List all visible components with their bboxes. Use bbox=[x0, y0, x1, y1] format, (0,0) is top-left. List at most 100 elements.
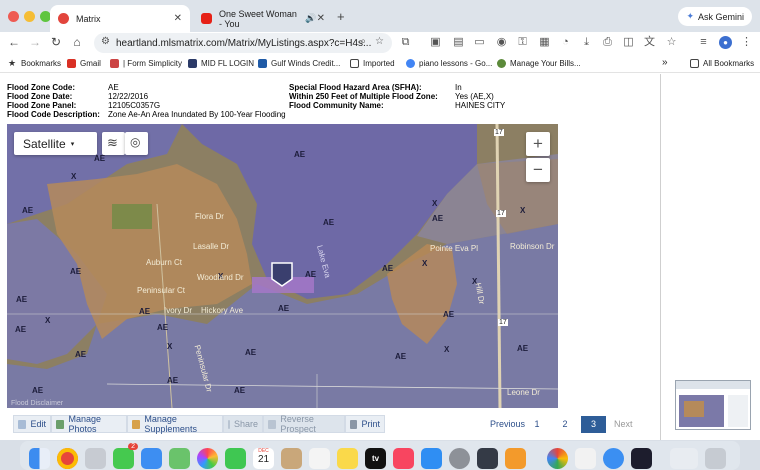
share-button[interactable]: Share bbox=[223, 415, 263, 433]
maps-icon[interactable] bbox=[169, 448, 190, 469]
textedit-icon[interactable] bbox=[575, 448, 596, 469]
speaker-icon[interactable]: 🔊 bbox=[305, 13, 316, 24]
bookmark-item[interactable]: piano lessons - Go... bbox=[406, 59, 492, 68]
zone-label: AE bbox=[139, 307, 151, 316]
iphone-mirroring-icon[interactable] bbox=[477, 448, 498, 469]
bookmark-item[interactable]: ★ Bookmarks bbox=[8, 59, 61, 69]
finder-icon[interactable] bbox=[29, 448, 50, 469]
reload-icon[interactable]: ↻ bbox=[48, 35, 64, 49]
extensions-icon[interactable]: ⧉ bbox=[399, 36, 412, 49]
preview-window-icon[interactable] bbox=[670, 448, 698, 469]
music-icon[interactable] bbox=[393, 448, 414, 469]
contacts-icon[interactable] bbox=[281, 448, 302, 469]
bookmark-item[interactable]: MID FL LOGIN bbox=[188, 59, 254, 68]
tab-youtube[interactable]: One Sweet Woman - You 🔊 ✕ bbox=[193, 5, 333, 32]
bookmark-item[interactable]: Gmail bbox=[67, 59, 101, 68]
bookmarks-overflow-icon[interactable]: » bbox=[662, 57, 668, 68]
forward-icon[interactable]: → bbox=[27, 35, 43, 49]
print-icon[interactable]: ⎙ bbox=[601, 36, 614, 49]
reminders-icon[interactable] bbox=[309, 448, 330, 469]
flood-zone-date-label: Flood Zone Date: bbox=[7, 92, 73, 101]
page-link-1[interactable]: 1 bbox=[530, 416, 544, 433]
screenshot-thumbnail[interactable] bbox=[675, 380, 751, 430]
bookmark-item[interactable]: | Form Simplicity bbox=[110, 59, 182, 68]
flood-disclaimer-link[interactable]: Flood Disclaimer bbox=[11, 400, 63, 407]
ask-gemini-button[interactable]: ✦ Ask Gemini bbox=[678, 7, 752, 26]
back-icon[interactable]: ← bbox=[6, 35, 22, 49]
trash-icon[interactable] bbox=[705, 448, 726, 469]
page-link-3-current[interactable]: 3 bbox=[581, 416, 606, 433]
extension-icon-2[interactable]: ▤ bbox=[452, 36, 465, 49]
reader-icon[interactable]: ▦ bbox=[538, 36, 551, 49]
manage-photos-button[interactable]: Manage Photos bbox=[51, 414, 127, 434]
mail-icon[interactable] bbox=[141, 448, 162, 469]
layers-button[interactable]: ≋ bbox=[102, 132, 125, 155]
appletv-icon[interactable]: tv bbox=[365, 448, 386, 469]
bookmark-star-icon[interactable]: ☆ bbox=[665, 36, 678, 49]
screen-saver-icon[interactable] bbox=[631, 448, 652, 469]
pages-icon[interactable] bbox=[505, 448, 526, 469]
address-bar[interactable]: ⚙ heartland.mlsmatrix.com/Matrix/MyListi… bbox=[94, 33, 392, 53]
location-icon[interactable]: ◉ bbox=[495, 36, 508, 49]
map-type-dropdown[interactable]: Satellite ▾ bbox=[14, 132, 97, 155]
profile-avatar[interactable]: ● bbox=[719, 36, 732, 49]
locate-button[interactable]: ◎ bbox=[125, 132, 148, 155]
next-page-link[interactable]: Next bbox=[614, 416, 633, 433]
chrome-icon[interactable] bbox=[57, 448, 78, 469]
street-label: Hickory Ave bbox=[201, 306, 244, 315]
media-icon[interactable]: ≡ bbox=[697, 36, 710, 49]
translate-icon[interactable]: 文 bbox=[643, 36, 656, 49]
close-window-button[interactable] bbox=[8, 11, 19, 22]
notes-icon[interactable] bbox=[337, 448, 358, 469]
zoom-icon[interactable]: ⌕ bbox=[360, 36, 366, 47]
messages-icon[interactable]: 2 bbox=[113, 443, 138, 469]
reverse-prospect-button[interactable]: Reverse Prospect bbox=[263, 414, 345, 434]
zoom-in-button[interactable]: + bbox=[526, 132, 550, 156]
all-bookmarks[interactable]: All Bookmarks bbox=[690, 59, 754, 68]
safari-icon[interactable] bbox=[603, 448, 624, 469]
close-tab-icon[interactable]: ✕ bbox=[317, 13, 325, 24]
bookmark-star-icon[interactable]: ☆ bbox=[375, 36, 384, 47]
previous-page-link[interactable]: Previous bbox=[490, 416, 525, 433]
key-icon[interactable]: ⚿ bbox=[516, 36, 529, 49]
zone-label: AE bbox=[15, 325, 27, 334]
card-icon[interactable]: ▭ bbox=[473, 36, 486, 49]
minimize-window-button[interactable] bbox=[24, 11, 35, 22]
home-icon[interactable]: ⌂ bbox=[69, 35, 85, 49]
print-button[interactable]: Print bbox=[345, 415, 385, 433]
bookmark-item[interactable]: Imported bbox=[350, 59, 395, 68]
zone-label: AE bbox=[22, 206, 34, 215]
reverse-prospect-icon bbox=[268, 419, 277, 429]
zone-label: AE bbox=[234, 386, 246, 395]
appstore-icon[interactable] bbox=[421, 448, 442, 469]
edit-button[interactable]: Edit bbox=[13, 415, 51, 433]
youtube-favicon-icon bbox=[201, 13, 212, 24]
launchpad-icon[interactable] bbox=[85, 448, 106, 469]
new-tab-button[interactable]: + bbox=[337, 9, 345, 24]
page-link-2[interactable]: 2 bbox=[558, 416, 572, 433]
flood-code-desc-label: Flood Code Description: bbox=[7, 110, 100, 119]
menu-icon[interactable]: ⋮ bbox=[740, 36, 753, 49]
download-icon[interactable]: ⤓ bbox=[580, 36, 593, 49]
browser-window: Matrix ✕ One Sweet Woman - You 🔊 ✕ + ✦ A… bbox=[0, 0, 760, 440]
photos-icon[interactable] bbox=[197, 448, 218, 469]
edit-icon bbox=[18, 419, 27, 429]
column-divider bbox=[660, 74, 661, 440]
calendar-icon[interactable]: DEC 21 bbox=[253, 448, 274, 469]
screenshot-icon[interactable]: ◫ bbox=[622, 36, 635, 49]
close-tab-icon[interactable]: ✕ bbox=[174, 13, 182, 24]
zone-label: X bbox=[432, 199, 438, 208]
zoom-out-button[interactable]: − bbox=[526, 158, 550, 182]
bookmark-item[interactable]: Manage Your Bills... bbox=[497, 59, 581, 68]
site-info-icon[interactable]: ⚙ bbox=[101, 36, 110, 47]
facetime-icon[interactable] bbox=[225, 448, 246, 469]
manage-supplements-button[interactable]: Manage Supplements bbox=[127, 414, 223, 434]
extension-icon-1[interactable]: ▣ bbox=[429, 36, 442, 49]
bookmark-item[interactable]: Gulf Winds Credit... bbox=[258, 59, 340, 68]
chrome-app-icon[interactable] bbox=[547, 448, 568, 469]
history-icon[interactable]: ◔ bbox=[559, 36, 572, 49]
zone-label: AE bbox=[305, 270, 317, 279]
tab-matrix[interactable]: Matrix ✕ bbox=[50, 5, 190, 32]
settings-icon[interactable] bbox=[449, 448, 470, 469]
flood-map[interactable]: AE AE AE AE AE AE AE AE AE AE AE AE AE A… bbox=[7, 124, 558, 408]
